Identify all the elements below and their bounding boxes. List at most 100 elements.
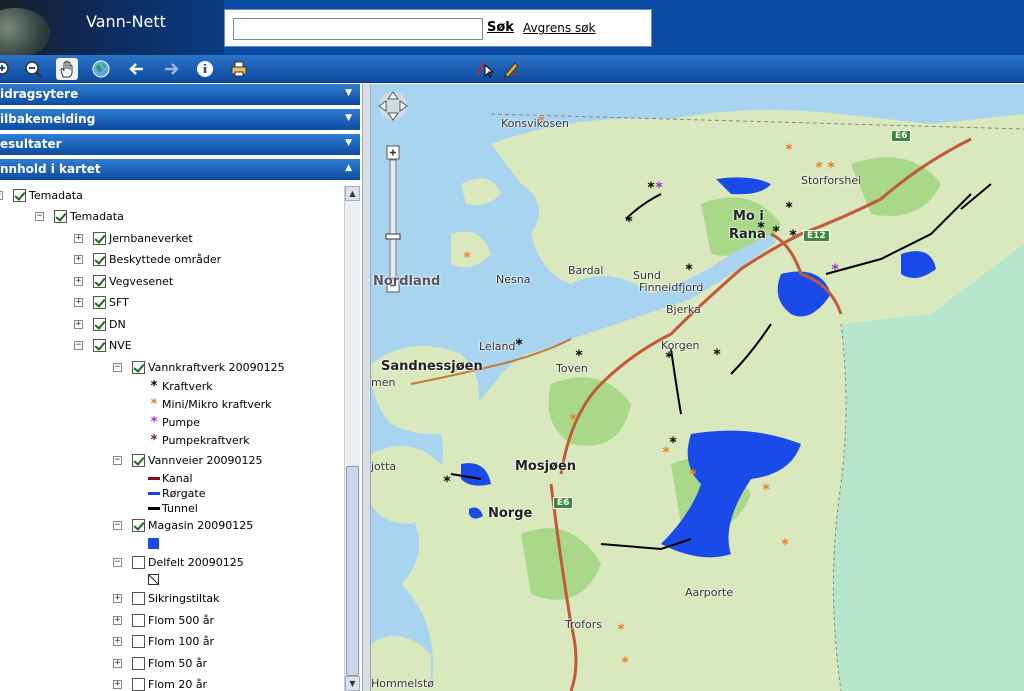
layer-checkbox[interactable] xyxy=(132,591,145,605)
chevron-down-icon: ▼ xyxy=(345,138,352,148)
layer-checkbox[interactable] xyxy=(93,231,106,245)
layer-checkbox[interactable] xyxy=(132,656,145,670)
expand-icon[interactable]: + xyxy=(74,276,83,286)
expand-icon[interactable]: + xyxy=(74,233,83,243)
tree-label: Flom 50 år xyxy=(148,656,208,670)
tree-label: Beskyttede områder xyxy=(109,252,222,266)
layer-checkbox[interactable] xyxy=(132,555,145,569)
tree-node-beskyttede: + Beskyttede områder xyxy=(74,250,221,268)
svg-text:*: * xyxy=(569,412,577,428)
tree-node-root: − Temadata xyxy=(0,186,83,204)
expand-icon[interactable]: + xyxy=(113,593,122,603)
collapse-icon[interactable]: − xyxy=(74,340,83,350)
layer-checkbox[interactable] xyxy=(132,453,145,467)
map-label: Mosjøen xyxy=(515,459,577,474)
layer-checkbox[interactable] xyxy=(93,317,106,331)
map-label: Mo i xyxy=(733,209,764,224)
expand-icon[interactable]: + xyxy=(113,615,122,625)
layer-checkbox[interactable] xyxy=(132,677,145,691)
map-nav-control[interactable] xyxy=(371,84,421,294)
scroll-down-icon[interactable]: ▼ xyxy=(345,676,360,691)
zoom-in-icon[interactable] xyxy=(0,58,14,80)
collapse-icon[interactable]: − xyxy=(35,211,44,221)
map-view[interactable]: * * * * * * * * * * * * * * * * * * * * xyxy=(371,84,1024,691)
scroll-thumb[interactable] xyxy=(346,466,359,676)
map-label: Nordland xyxy=(373,274,441,289)
tree-node-flom50: + Flom 50 år xyxy=(113,654,207,672)
tree-node-flom20: + Flom 20 år xyxy=(113,675,207,691)
layer-checkbox[interactable] xyxy=(132,360,145,374)
svg-text:*: * xyxy=(689,467,697,483)
expand-icon[interactable]: + xyxy=(74,254,83,264)
map-canvas: * * * * * * * * * * * * * * * * * * * * xyxy=(371,84,1024,691)
draw-icon[interactable] xyxy=(500,58,522,80)
tree-node-jernbaneverket: + Jernbaneverket xyxy=(74,229,193,247)
search-box: Søk Avgrens søk xyxy=(224,9,652,47)
road-shield: E6 xyxy=(553,497,574,509)
print-icon[interactable] xyxy=(228,58,250,80)
search-input[interactable] xyxy=(233,18,483,40)
panel-resultater[interactable]: esultater ▼ xyxy=(0,134,360,156)
collapse-icon[interactable]: − xyxy=(113,557,122,567)
svg-text:*: * xyxy=(669,435,677,451)
collapse-icon[interactable]: − xyxy=(113,455,122,465)
tree-label: NVE xyxy=(109,338,132,352)
map-label: Hommelstø xyxy=(371,677,435,690)
expand-icon[interactable]: + xyxy=(74,297,83,307)
tree-scrollbar[interactable]: ▲ ▼ xyxy=(344,186,360,691)
collapse-icon[interactable]: − xyxy=(113,362,122,372)
map-label: men xyxy=(371,376,396,389)
map-label: Aarporte xyxy=(685,586,734,599)
logo[interactable]: Vann-Nett xyxy=(0,0,224,55)
tree-node-vannveier: − Vannveier 20090125 xyxy=(113,451,262,469)
layer-checkbox[interactable] xyxy=(93,295,106,309)
svg-text:*: * xyxy=(463,250,471,266)
tree-node-sft: + SFT xyxy=(74,293,129,311)
svg-text:*: * xyxy=(785,142,793,158)
chevron-down-icon: ▼ xyxy=(345,113,352,123)
tree-label: Jernbaneverket xyxy=(109,231,193,245)
layer-checkbox[interactable] xyxy=(132,613,145,627)
collapse-icon[interactable]: − xyxy=(0,190,3,200)
scroll-up-icon[interactable]: ▲ xyxy=(345,186,360,201)
chevron-up-icon: ▲ xyxy=(345,163,352,173)
panel-splitter[interactable] xyxy=(362,84,371,691)
hatched-symbol-icon xyxy=(148,573,159,585)
zoom-out-icon[interactable] xyxy=(22,58,44,80)
svg-text:*: * xyxy=(655,180,663,196)
globe-logo-icon xyxy=(0,8,50,55)
layer-checkbox[interactable] xyxy=(13,188,26,202)
layer-checkbox[interactable] xyxy=(132,634,145,648)
map-label: Toven xyxy=(556,362,588,375)
panel-bidragsytere[interactable]: idragsytere ▼ xyxy=(0,84,360,106)
expand-icon[interactable]: + xyxy=(113,636,122,646)
map-label: Trofors xyxy=(565,618,602,631)
layer-checkbox[interactable] xyxy=(54,209,67,223)
layer-checkbox[interactable] xyxy=(93,338,106,352)
chevron-down-icon: ▼ xyxy=(345,88,352,98)
refine-search-link[interactable]: Avgrens søk xyxy=(523,21,596,35)
expand-icon[interactable]: + xyxy=(113,658,122,668)
svg-text:*: * xyxy=(617,622,625,638)
forward-arrow-icon[interactable] xyxy=(160,58,182,80)
search-button[interactable]: Søk xyxy=(487,20,514,35)
svg-text:*: * xyxy=(831,262,839,278)
expand-icon[interactable]: + xyxy=(74,319,83,329)
panel-tilbakemelding[interactable]: ilbakemelding ▼ xyxy=(0,109,360,131)
layer-checkbox[interactable] xyxy=(93,274,106,288)
select-icon[interactable] xyxy=(474,58,496,80)
back-arrow-icon[interactable] xyxy=(126,58,148,80)
layer-checkbox[interactable] xyxy=(132,518,145,532)
layer-checkbox[interactable] xyxy=(93,252,106,266)
expand-icon[interactable]: + xyxy=(113,679,122,689)
map-label: Rana xyxy=(729,227,766,242)
road-shield: E6 xyxy=(891,130,912,142)
pan-hand-icon[interactable] xyxy=(56,58,78,80)
globe-icon[interactable] xyxy=(90,58,112,80)
svg-text:*: * xyxy=(662,445,670,461)
info-icon[interactable] xyxy=(194,58,216,80)
collapse-icon[interactable]: − xyxy=(113,520,122,530)
panel-innhold-i-kartet[interactable]: nnhold i kartet ▲ xyxy=(0,159,360,181)
tree-label: DN xyxy=(109,317,126,331)
map-label: Storforshei xyxy=(801,174,862,187)
